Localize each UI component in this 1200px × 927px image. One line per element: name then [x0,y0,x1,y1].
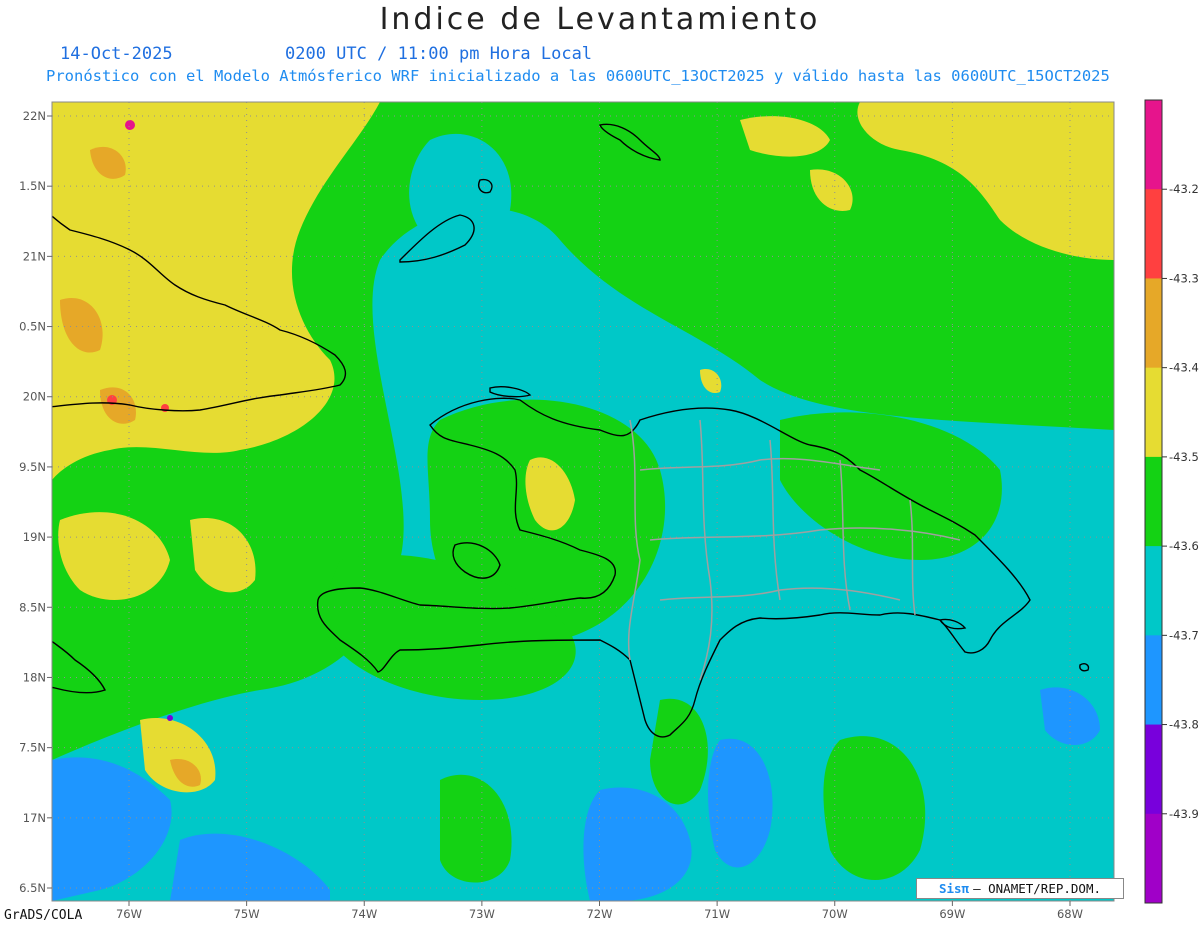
colorbar-label: -43.5 [1169,450,1199,464]
colorbar-segment [1145,635,1162,726]
colorbar-label: -43.8 [1169,718,1199,732]
sispi-logo: Sisπ [938,881,970,896]
colorbar-label: -43.6 [1169,539,1199,553]
lon-tick-label: 74W [351,907,377,921]
colorbar-label: -43.9 [1169,807,1199,821]
colorbar-segment [1145,813,1162,904]
colorbar-label: -43.4 [1169,361,1199,375]
lifted-index-map: 76W 75W 74W 73W 72W 71W 70W 69W 68W 22N 1.5N 21N 0.… [19,99,1199,921]
colorbar: -43.2 -43.3 -43.4 -43.5 -43.6 -43.7 -43.8 -43.9 [1144,99,1199,904]
lat-tick-label: 6.5N [19,881,46,895]
credit-text: – ONAMET/REP.DOM. [973,881,1102,896]
field-layer [52,102,1114,901]
lat-tick-label: 1.5N [19,179,46,193]
colorbar-segment [1145,724,1162,815]
colorbar-segment [1145,189,1162,279]
lat-tick-label: 17N [23,811,46,825]
lat-tick-label: 19N [23,530,46,544]
software-label: GrADS/COLA [4,908,83,923]
lon-tick-label: 71W [704,907,730,921]
lat-tick-label: 8.5N [19,600,46,614]
longitude-labels: 76W 75W 74W 73W 72W 71W 70W 69W 68W [116,901,1083,921]
lon-tick-label: 69W [939,907,965,921]
lat-tick-label: 9.5N [19,460,46,474]
lat-tick-label: 7.5N [19,741,46,755]
latitude-labels: 22N 1.5N 21N 0.5N 20N 9.5N 19N 8.5N 18N 7.5N 17N 6.… [19,109,52,895]
colorbar-segment [1145,456,1162,547]
colorbar-label: -43.3 [1169,271,1199,285]
lat-tick-label: 22N [23,109,46,123]
lon-tick-label: 76W [116,907,142,921]
colorbar-label: -43.7 [1169,628,1199,642]
lat-tick-label: 0.5N [19,320,46,334]
credit-box: Sisπ – ONAMET/REP.DOM. [916,878,1124,899]
lon-tick-label: 75W [234,907,260,921]
lat-tick-label: 18N [23,670,46,684]
colorbar-segment [1145,100,1162,190]
lon-tick-label: 68W [1057,907,1083,921]
lon-tick-label: 73W [469,907,495,921]
lon-tick-label: 72W [586,907,612,921]
colorbar-segment [1145,278,1162,369]
colorbar-segment [1145,546,1162,636]
colorbar-segment [1145,367,1162,458]
lat-tick-label: 20N [23,390,46,404]
colorbar-label: -43.2 [1169,182,1199,196]
lat-tick-label: 21N [23,249,46,263]
lon-tick-label: 70W [822,907,848,921]
